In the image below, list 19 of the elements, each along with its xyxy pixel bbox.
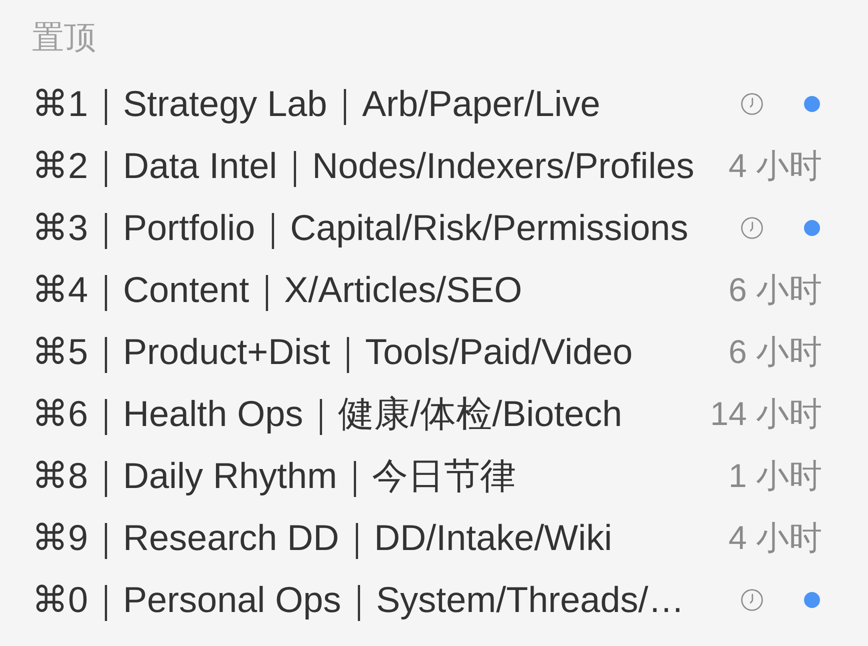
conversation-title[interactable]: ⌘8｜Daily Rhythm｜今日节律 (32, 454, 516, 498)
timestamp: 6 小时 (728, 332, 822, 372)
conversation-title[interactable]: ⌘4｜Content｜X/Articles/SEO (32, 268, 522, 312)
conversation-title[interactable]: ⌘9｜Research DD｜DD/Intake/Wiki (32, 516, 612, 560)
conversation-title[interactable]: ⌘3｜Portfolio｜Capital/Risk/Permissions (32, 206, 688, 250)
conversation-title[interactable]: ⌘2｜Data Intel｜Nodes/Indexers/Profiles (32, 144, 694, 188)
clock-icon (741, 217, 763, 239)
timestamp: 14 小时 (710, 394, 822, 434)
conversation-title[interactable]: ⌘6｜Health Ops｜健康/体检/Biotech (32, 392, 622, 436)
conversation-title[interactable]: ⌘0｜Personal Ops｜System/Threads/… (32, 578, 684, 622)
clock-icon (741, 93, 763, 115)
conversation-title[interactable]: ⌘5｜Product+Dist｜Tools/Paid/Video (32, 330, 633, 374)
clock-icon (741, 589, 763, 611)
timestamp: 1 小时 (728, 456, 822, 496)
conversation-title[interactable]: ⌘1｜Strategy Lab｜Arb/Paper/Live (32, 82, 600, 126)
timestamp: 6 小时 (728, 270, 822, 310)
timestamp: 4 小时 (728, 146, 822, 186)
timestamp: 4 小时 (728, 518, 822, 558)
section-header: 置顶 (32, 18, 96, 57)
